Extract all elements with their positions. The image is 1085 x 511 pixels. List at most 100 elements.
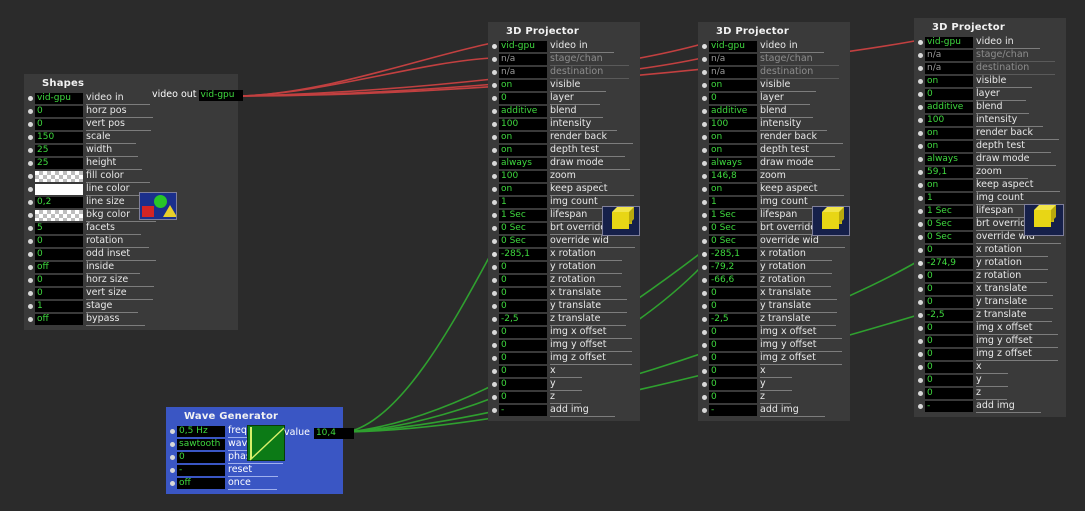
connector-dot-icon[interactable] [918, 196, 923, 201]
param-row-visible[interactable]: on visible [698, 79, 850, 92]
param-row-x-translate[interactable]: 0x translate [914, 283, 1066, 296]
connector-dot-icon[interactable] [170, 429, 175, 434]
param-row-depth-test[interactable]: on depth test [914, 140, 1066, 153]
param-row-override-wid[interactable]: 0 Sec override wid [488, 235, 640, 248]
param-value-visible[interactable]: on [499, 80, 547, 91]
param-value-keep-aspect[interactable]: on [925, 180, 973, 191]
param-value-y[interactable]: 0 [709, 379, 757, 390]
param-row-y[interactable]: 0y [914, 374, 1066, 387]
connector-dot-icon[interactable] [28, 252, 33, 257]
connector-dot-icon[interactable] [702, 356, 707, 361]
connector-dot-icon[interactable] [492, 239, 497, 244]
connector-dot-icon[interactable] [702, 330, 707, 335]
param-value-lifespan[interactable]: 1 Sec [499, 210, 547, 221]
connector-dot-icon[interactable] [702, 291, 707, 296]
node-wave-generator[interactable]: Wave Generator 0,5 Hz freq sawtooth wave 0 ph… [166, 407, 354, 494]
param-row-y[interactable]: 0y [488, 378, 640, 391]
param-value-bypass[interactable]: off [35, 314, 83, 325]
param-row-intensity[interactable]: 100 intensity [488, 118, 640, 131]
param-value-override-wid[interactable]: 0 Sec [925, 232, 973, 243]
param-row-y-rotation[interactable]: -274,9 y rotation [914, 257, 1066, 270]
param-value-img-z-offset[interactable]: 0 [925, 349, 973, 360]
param-row-render-back[interactable]: on render back [488, 131, 640, 144]
param-value-stage-chan[interactable]: n/a [499, 54, 547, 65]
connector-dot-icon[interactable] [28, 278, 33, 283]
connector-dot-icon[interactable] [918, 313, 923, 318]
param-row-intensity[interactable]: 100 intensity [914, 114, 1066, 127]
param-value-img-z-offset[interactable]: 0 [709, 353, 757, 364]
param-value-z-rotation[interactable]: 0 [925, 271, 973, 282]
param-value-video-in[interactable]: vid-gpu [499, 41, 547, 52]
connector-dot-icon[interactable] [702, 252, 707, 257]
param-value-visible[interactable]: on [925, 76, 973, 87]
connector-dot-icon[interactable] [918, 222, 923, 227]
param-value-z-translate[interactable]: -2,5 [925, 310, 973, 321]
param-value-reset[interactable]: - [177, 465, 225, 476]
param-row-z[interactable]: 0z [488, 391, 640, 404]
param-value-img-y-offset[interactable]: 0 [499, 340, 547, 351]
param-value-blend[interactable]: additive [925, 102, 973, 113]
param-value-video-in[interactable]: vid-gpu [35, 93, 83, 104]
connector-dot-icon[interactable] [702, 122, 707, 127]
param-row-zoom[interactable]: 100 zoom [488, 170, 640, 183]
param-value-phase[interactable]: 0 [177, 452, 225, 463]
param-value-img-count[interactable]: 1 [925, 193, 973, 204]
connector-dot-icon[interactable] [918, 53, 923, 58]
param-row-add-img[interactable]: - add img [488, 404, 640, 417]
param-row-intensity[interactable]: 100 intensity [698, 118, 850, 131]
connector-dot-icon[interactable] [28, 213, 33, 218]
param-value-blend[interactable]: additive [499, 106, 547, 117]
connector-dot-icon[interactable] [702, 369, 707, 374]
param-value-video-in[interactable]: vid-gpu [925, 37, 973, 48]
connector-dot-icon[interactable] [918, 404, 923, 409]
param-value-lifespan[interactable]: 1 Sec [925, 206, 973, 217]
connector-dot-icon[interactable] [28, 135, 33, 140]
param-value-z-rotation[interactable]: 0 [499, 275, 547, 286]
node-graph-canvas[interactable]: Shapes vid-gpu video in 0 horz pos 0 vert pos… [0, 0, 1085, 511]
connector-dot-icon[interactable] [918, 378, 923, 383]
param-row-y-translate[interactable]: 0y translate [488, 300, 640, 313]
connector-dot-icon[interactable] [28, 109, 33, 114]
connector-dot-icon[interactable] [492, 70, 497, 75]
param-value-z[interactable]: 0 [925, 388, 973, 399]
connector-dot-icon[interactable] [28, 148, 33, 153]
param-value-height[interactable]: 25 [35, 158, 83, 169]
param-row-horz-size[interactable]: 0 horz size [24, 274, 238, 287]
param-row-scale[interactable]: 150 scale [24, 131, 238, 144]
connector-dot-icon[interactable] [918, 170, 923, 175]
connector-dot-icon[interactable] [918, 365, 923, 370]
param-value-intensity[interactable]: 100 [709, 119, 757, 130]
param-value-depth-test[interactable]: on [709, 145, 757, 156]
param-row-override-wid[interactable]: 0 Sec override wid [698, 235, 850, 248]
connector-dot-icon[interactable] [702, 187, 707, 192]
param-row-stage[interactable]: 1 stage [24, 300, 238, 313]
node-3d-projector-3[interactable]: 3D Projector vid-gpu video in n/a stage/cha… [914, 18, 1066, 417]
param-row-z-rotation[interactable]: 0z rotation [488, 274, 640, 287]
connector-dot-icon[interactable] [492, 226, 497, 231]
connector-dot-icon[interactable] [702, 83, 707, 88]
connector-dot-icon[interactable] [702, 161, 707, 166]
param-value-stage[interactable]: 1 [35, 301, 83, 312]
param-row-y-translate[interactable]: 0y translate [698, 300, 850, 313]
param-value-fill-color[interactable] [35, 171, 83, 182]
param-value-inside[interactable]: off [35, 262, 83, 273]
param-value-img-y-offset[interactable]: 0 [709, 340, 757, 351]
param-value-img-count[interactable]: 1 [499, 197, 547, 208]
param-value-facets[interactable]: 5 [35, 223, 83, 234]
param-row-y[interactable]: 0y [698, 378, 850, 391]
connector-dot-icon[interactable] [918, 131, 923, 136]
param-value-y[interactable]: 0 [925, 375, 973, 386]
param-value-img-x-offset[interactable]: 0 [925, 323, 973, 334]
param-value-x-rotation[interactable]: -285,1 [709, 249, 757, 260]
connector-dot-icon[interactable] [28, 174, 33, 179]
param-row-layer[interactable]: 0 layer [488, 92, 640, 105]
param-row-add-img[interactable]: - add img [698, 404, 850, 417]
connector-dot-icon[interactable] [492, 44, 497, 49]
param-value-x[interactable]: 0 [709, 366, 757, 377]
param-value-stage-chan[interactable]: n/a [925, 50, 973, 61]
param-value-z[interactable]: 0 [499, 392, 547, 403]
connector-dot-icon[interactable] [492, 109, 497, 114]
param-value-line-size[interactable]: 0,2 [35, 197, 83, 208]
connector-dot-icon[interactable] [492, 395, 497, 400]
param-row-img-z-offset[interactable]: 0 img z offset [914, 348, 1066, 361]
